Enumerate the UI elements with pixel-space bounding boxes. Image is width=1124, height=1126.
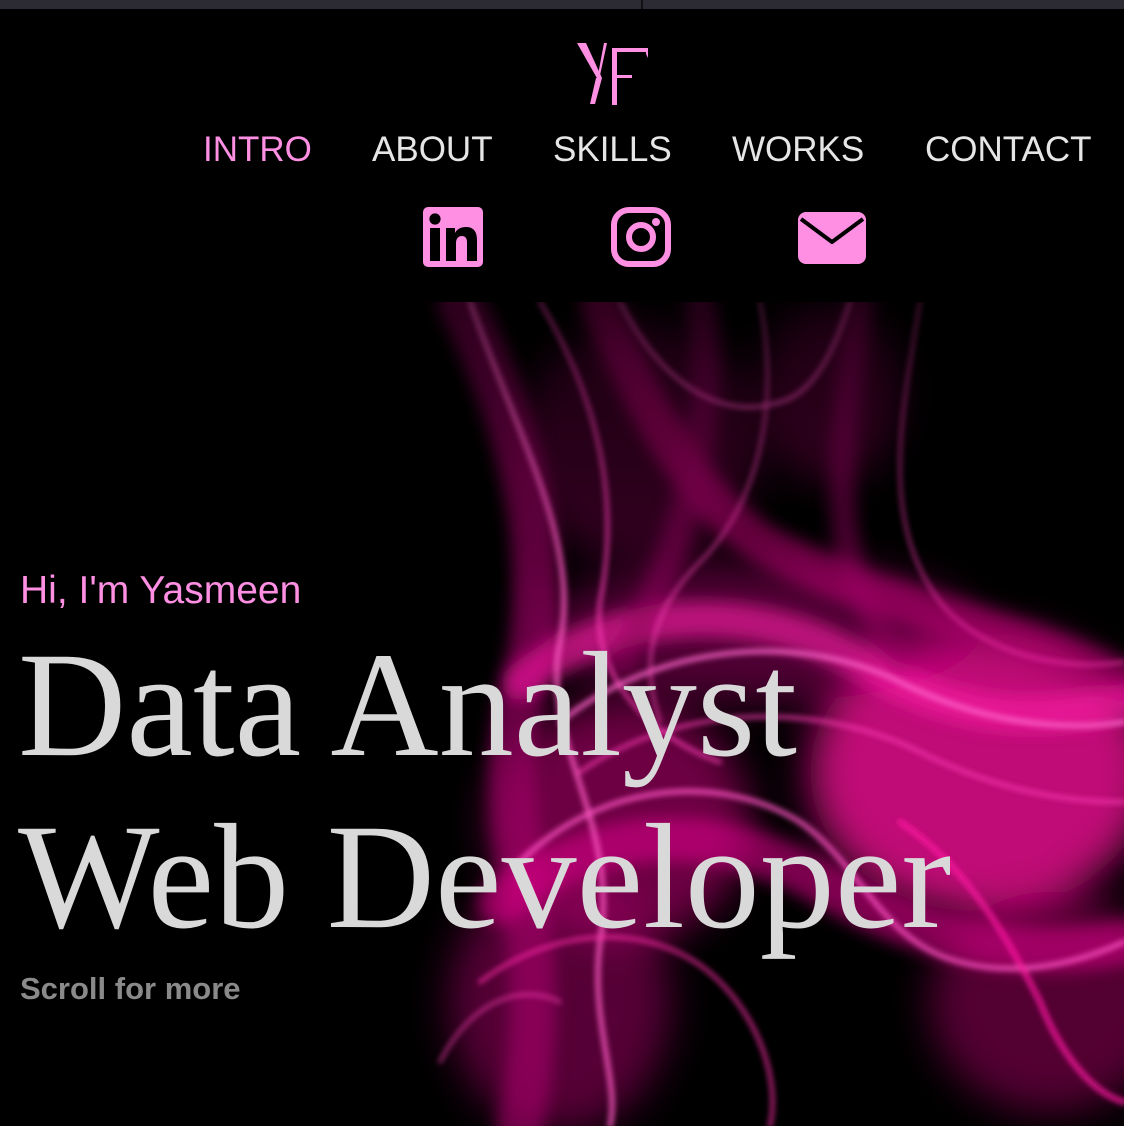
- nav-item-intro[interactable]: INTRO: [203, 128, 312, 172]
- browser-top-strip: [0, 0, 1124, 9]
- envelope-icon[interactable]: [797, 204, 867, 270]
- hero-headline-web-developer: Web Developer: [18, 794, 952, 960]
- hero-greeting: Hi, I'm Yasmeen: [20, 569, 302, 612]
- portfolio-page: INTRO ABOUT SKILLS WORKS CONTACT Hi, I'm…: [0, 0, 1124, 1126]
- scroll-hint: Scroll for more: [20, 971, 241, 1006]
- yf-monogram-logo[interactable]: [576, 40, 650, 108]
- instagram-icon[interactable]: [610, 204, 672, 270]
- nav-item-works[interactable]: WORKS: [732, 128, 864, 172]
- linkedin-icon[interactable]: [422, 204, 484, 270]
- nav-item-skills[interactable]: SKILLS: [553, 128, 672, 172]
- nav-item-contact[interactable]: CONTACT: [925, 128, 1092, 172]
- hero-headline-data-analyst: Data Analyst: [18, 622, 798, 788]
- nav-item-about[interactable]: ABOUT: [372, 128, 493, 172]
- top-strip-divider: [641, 0, 643, 9]
- main-nav: INTRO ABOUT SKILLS WORKS CONTACT: [0, 128, 1124, 172]
